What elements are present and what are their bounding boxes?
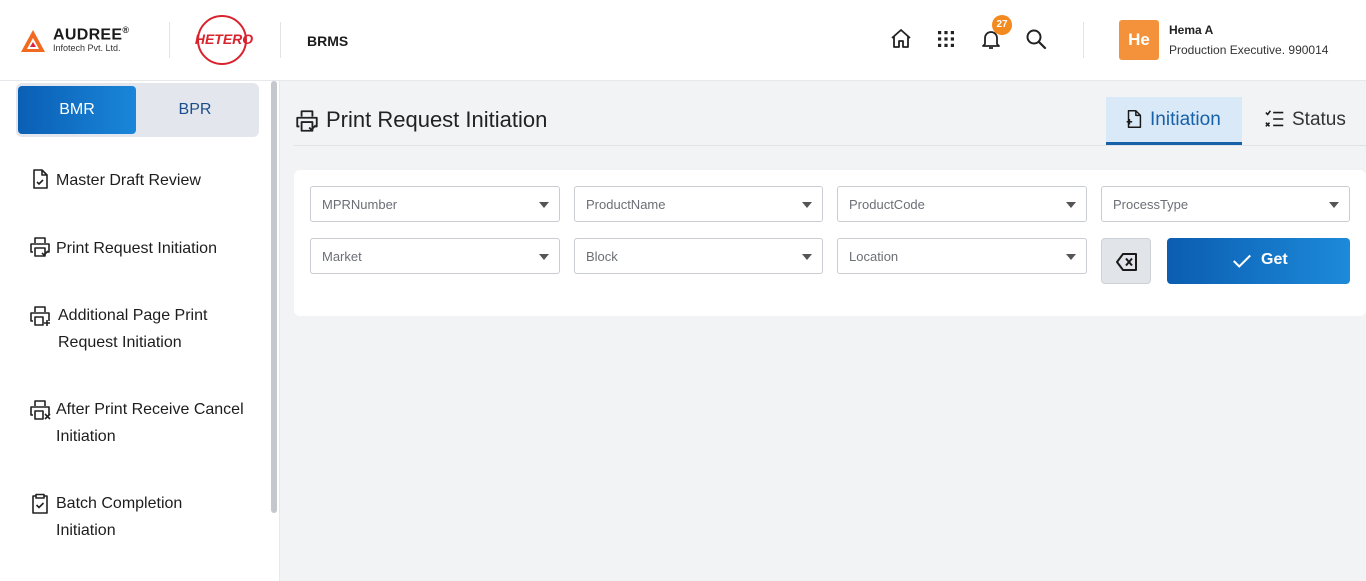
sidebar-item-label: Request Initiation [58, 334, 182, 351]
caret-down-icon [1066, 202, 1076, 208]
product-name-select[interactable]: ProductName [574, 186, 823, 222]
sidebar-item-label: Initiation [56, 522, 116, 539]
clear-filters-button[interactable] [1101, 238, 1151, 284]
filter-card: MPRNumber ProductName ProductCode Proces… [294, 170, 1366, 316]
top-header: AUDREE® Infotech Pvt. Ltd. HETERO BRMS 2… [0, 0, 1366, 81]
sidebar: BMR BPR Master Draft Review Print Reques… [0, 81, 280, 581]
sidebar-item-label: After Print Receive Cancel [56, 401, 244, 418]
hetero-logo: HETERO [193, 14, 255, 66]
tab-label: Initiation [1150, 109, 1221, 130]
caret-down-icon [802, 254, 812, 260]
printer-check-icon [296, 110, 318, 132]
search-icon[interactable] [1024, 27, 1048, 51]
page-title: Print Request Initiation [326, 107, 548, 132]
brand-name: AUDREE® [53, 25, 130, 44]
sidebar-scrollbar[interactable] [271, 81, 277, 513]
sidebar-item-label: Master Draft Review [56, 172, 201, 189]
sidebar-item-label: Print Request Initiation [56, 240, 217, 257]
get-button-label: Get [1261, 251, 1288, 268]
user-name: Hema A [1169, 23, 1214, 37]
checklist-icon [1265, 110, 1284, 127]
caret-down-icon [802, 202, 812, 208]
sidebar-item-label: Initiation [56, 428, 116, 445]
tab-status[interactable]: Status [1256, 97, 1366, 145]
notification-badge: 27 [992, 15, 1012, 35]
market-select[interactable]: Market [310, 238, 560, 274]
user-role: Production Executive. 990014 [1169, 43, 1329, 57]
app-name: BRMS [307, 33, 349, 49]
document-plus-icon [1126, 110, 1142, 128]
tab-initiation[interactable]: Initiation [1106, 97, 1242, 145]
caret-down-icon [1329, 202, 1339, 208]
caret-down-icon [1066, 254, 1076, 260]
document-check-icon [33, 169, 48, 189]
bmr-bpr-toggle: BMR BPR [16, 83, 259, 137]
header-divider [280, 22, 281, 58]
location-select[interactable]: Location [837, 238, 1087, 274]
block-select[interactable]: Block [574, 238, 823, 274]
tab-label: Status [1292, 109, 1346, 130]
header-divider [1083, 22, 1084, 58]
mpr-number-select[interactable]: MPRNumber [310, 186, 560, 222]
check-icon [1233, 254, 1251, 268]
caret-down-icon [539, 254, 549, 260]
caret-down-icon [539, 202, 549, 208]
audree-logo: AUDREE® Infotech Pvt. Ltd. [20, 25, 150, 57]
get-button[interactable]: Get [1167, 238, 1350, 284]
home-icon[interactable] [889, 27, 913, 51]
process-type-select[interactable]: ProcessType [1101, 186, 1350, 222]
printer-x-icon [30, 400, 51, 420]
sidebar-item-label: Additional Page Print [58, 307, 208, 324]
avatar[interactable]: He [1119, 20, 1159, 60]
printer-plus-icon [30, 306, 50, 326]
backspace-icon [1116, 253, 1137, 271]
audree-logo-icon [21, 30, 45, 52]
title-divider [294, 145, 1366, 146]
sidebar-item-label: Batch Completion [56, 495, 183, 512]
printer-check-icon [30, 237, 50, 257]
tab-bmr[interactable]: BMR [18, 86, 136, 134]
clipboard-check-icon [32, 493, 48, 514]
product-code-select[interactable]: ProductCode [837, 186, 1087, 222]
apps-grid-icon[interactable] [934, 27, 958, 51]
brand-subtitle: Infotech Pvt. Ltd. [53, 43, 121, 53]
tab-bpr[interactable]: BPR [136, 86, 254, 134]
header-divider [169, 22, 170, 58]
